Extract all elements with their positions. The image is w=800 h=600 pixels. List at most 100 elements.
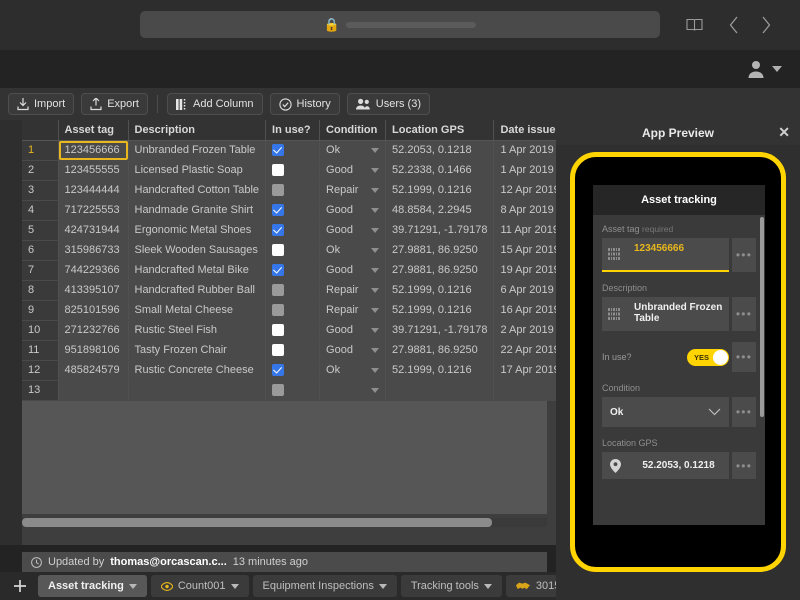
- cell-asset-tag[interactable]: 744229366: [58, 260, 129, 281]
- chevron-left-icon[interactable]: [722, 13, 746, 37]
- cell-location-gps[interactable]: 52.2338, 0.1466: [385, 160, 495, 181]
- cell-location-gps[interactable]: 52.2053, 0.1218: [385, 140, 495, 161]
- cell-asset-tag[interactable]: 271232766: [58, 320, 129, 341]
- row-number[interactable]: 12: [22, 360, 59, 381]
- cell-in-use[interactable]: [265, 300, 321, 321]
- in-use-checkbox[interactable]: [272, 164, 285, 177]
- in-use-checkbox[interactable]: [272, 304, 285, 317]
- cell-condition[interactable]: Good: [319, 340, 387, 361]
- chevron-down-icon[interactable]: [371, 287, 380, 293]
- cell-asset-tag[interactable]: 123455555: [58, 160, 129, 181]
- cell-description[interactable]: Licensed Plastic Soap: [128, 160, 267, 181]
- cell-description[interactable]: [128, 380, 267, 401]
- close-icon[interactable]: ✕: [778, 125, 790, 140]
- ellipsis-icon-location-gps[interactable]: •••: [732, 452, 756, 479]
- cell-in-use[interactable]: [265, 220, 321, 241]
- form-scrollbar[interactable]: [760, 217, 764, 417]
- cell-asset-tag[interactable]: 123444444: [58, 180, 129, 201]
- cell-description[interactable]: Small Metal Cheese: [128, 300, 267, 321]
- row-number[interactable]: 3: [22, 180, 59, 201]
- ellipsis-icon-condition[interactable]: •••: [732, 397, 756, 427]
- in-use-checkbox[interactable]: [272, 224, 285, 237]
- cell-description[interactable]: Handmade Granite Shirt: [128, 200, 267, 221]
- cell-condition[interactable]: Good: [319, 260, 387, 281]
- cell-condition[interactable]: Repair: [319, 280, 387, 301]
- chevron-down-icon[interactable]: [371, 247, 380, 253]
- row-number[interactable]: 4: [22, 200, 59, 221]
- chevron-down-icon[interactable]: [371, 167, 380, 173]
- chevron-down-icon[interactable]: [128, 583, 137, 589]
- chevron-down-icon[interactable]: [371, 147, 380, 153]
- cell-description[interactable]: Unbranded Frozen Table: [128, 140, 267, 161]
- cell-condition[interactable]: Ok: [319, 240, 387, 261]
- cell-description[interactable]: Handcrafted Rubber Ball: [128, 280, 267, 301]
- cell-location-gps[interactable]: [385, 380, 495, 401]
- cell-description[interactable]: Sleek Wooden Sausages: [128, 240, 267, 261]
- field-input-asset-tag[interactable]: 123456666: [602, 238, 729, 272]
- field-input-description[interactable]: Unbranded Frozen Table: [602, 297, 729, 331]
- horizontal-scrollbar[interactable]: [22, 518, 547, 527]
- ellipsis-icon-in-use[interactable]: •••: [732, 342, 756, 372]
- add-column-button[interactable]: Add Column: [166, 93, 263, 115]
- export-button[interactable]: Export: [81, 93, 148, 115]
- chevron-down-icon[interactable]: [371, 267, 380, 273]
- add-sheet-button[interactable]: [6, 575, 34, 597]
- cell-description[interactable]: Handcrafted Metal Bike: [128, 260, 267, 281]
- in-use-checkbox[interactable]: [272, 144, 285, 157]
- sheet-empty-area[interactable]: [22, 401, 547, 514]
- cell-condition[interactable]: Repair: [319, 300, 387, 321]
- row-number[interactable]: 1: [22, 140, 59, 161]
- cell-condition[interactable]: Good: [319, 200, 387, 221]
- cell-asset-tag[interactable]: 825101596: [58, 300, 129, 321]
- cell-condition[interactable]: Repair: [319, 180, 387, 201]
- horizontal-scrollbar-thumb[interactable]: [22, 518, 492, 527]
- cell-location-gps[interactable]: 27.9881, 86.9250: [385, 260, 495, 281]
- row-number[interactable]: 13: [22, 380, 59, 401]
- cell-asset-tag[interactable]: 951898106: [58, 340, 129, 361]
- cell-condition[interactable]: Good: [319, 220, 387, 241]
- column-header-in-use[interactable]: In use?: [265, 120, 321, 141]
- cell-location-gps[interactable]: 27.9881, 86.9250: [385, 240, 495, 261]
- in-use-checkbox[interactable]: [272, 204, 285, 217]
- column-header-condition[interactable]: Condition: [319, 120, 387, 141]
- in-use-checkbox[interactable]: [272, 264, 285, 277]
- in-use-checkbox[interactable]: [272, 344, 285, 357]
- updated-by-user[interactable]: thomas@orcascan.c...: [110, 556, 227, 568]
- cell-in-use[interactable]: [265, 260, 321, 281]
- sheet-tab[interactable]: Count001: [150, 575, 249, 597]
- history-button[interactable]: History: [269, 93, 340, 115]
- chevron-down-icon[interactable]: [371, 367, 380, 373]
- cell-in-use[interactable]: [265, 380, 321, 401]
- cell-description[interactable]: Ergonomic Metal Shoes: [128, 220, 267, 241]
- cell-asset-tag[interactable]: [58, 380, 129, 401]
- chevron-down-icon[interactable]: [371, 347, 380, 353]
- cell-location-gps[interactable]: 52.1999, 0.1216: [385, 180, 495, 201]
- cell-in-use[interactable]: [265, 160, 321, 181]
- row-number[interactable]: 10: [22, 320, 59, 341]
- chevron-down-icon[interactable]: [371, 307, 380, 313]
- cell-in-use[interactable]: [265, 320, 321, 341]
- reader-view-icon[interactable]: [682, 13, 706, 37]
- cell-location-gps[interactable]: 27.9881, 86.9250: [385, 340, 495, 361]
- cell-condition[interactable]: Ok: [319, 140, 387, 161]
- row-number[interactable]: 6: [22, 240, 59, 261]
- row-number[interactable]: 7: [22, 260, 59, 281]
- sheet-tab[interactable]: Tracking tools: [400, 575, 502, 597]
- cell-asset-tag[interactable]: 315986733: [58, 240, 129, 261]
- cell-location-gps[interactable]: 48.8584, 2.2945: [385, 200, 495, 221]
- sheet-tab[interactable]: Asset tracking: [38, 575, 147, 597]
- cell-asset-tag[interactable]: 717225553: [58, 200, 129, 221]
- column-header-rownum[interactable]: [22, 120, 59, 141]
- column-header-location-gps[interactable]: Location GPS: [385, 120, 495, 141]
- cell-in-use[interactable]: [265, 180, 321, 201]
- account-menu-button[interactable]: [746, 56, 782, 82]
- cell-in-use[interactable]: [265, 280, 321, 301]
- cell-in-use[interactable]: [265, 140, 321, 161]
- cell-description[interactable]: Tasty Frozen Chair: [128, 340, 267, 361]
- sheet-tab[interactable]: Equipment Inspections: [252, 575, 397, 597]
- row-number[interactable]: 9: [22, 300, 59, 321]
- cell-asset-tag[interactable]: 485824579: [58, 360, 129, 381]
- row-number[interactable]: 2: [22, 160, 59, 181]
- column-header-asset-tag[interactable]: Asset tag: [58, 120, 129, 141]
- cell-in-use[interactable]: [265, 340, 321, 361]
